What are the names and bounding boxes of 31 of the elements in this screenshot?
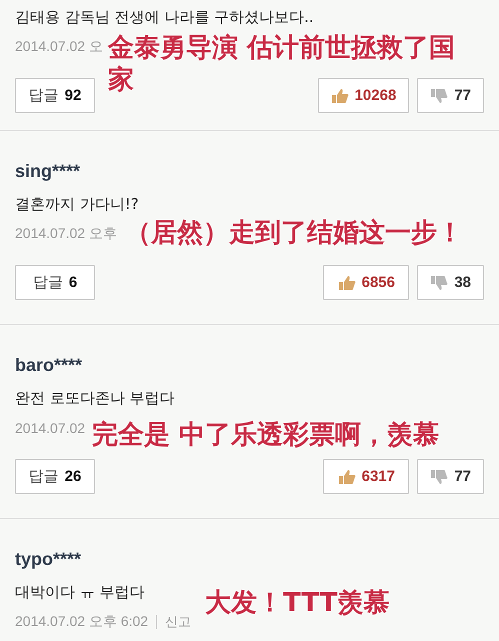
comment-date: 2014.07.02 오후 6:02 — [15, 613, 148, 631]
caption-overlay: 家 — [108, 64, 134, 96]
thumbs-up-icon — [338, 468, 356, 484]
caption-overlay: 完全是 中了乐透彩票啊，羡慕 — [92, 419, 440, 451]
dislike-button[interactable]: 77 — [417, 78, 484, 113]
comment-text: 대박이다 ㅠ 부럽다 — [15, 582, 145, 603]
like-button[interactable]: 10268 — [318, 78, 410, 113]
comment-date: 2014.07.02 — [15, 420, 86, 436]
thumbs-down-icon — [430, 468, 448, 484]
comment-date: 2014.07.02 오후 — [15, 225, 117, 243]
like-button[interactable]: 6856 — [323, 265, 410, 300]
username[interactable]: sing**** — [15, 159, 80, 183]
comment-text: 김태용 감독님 전생에 나라를 구하셨나보다.. — [15, 7, 314, 28]
caption-overlay: 大发！TTT羡慕 — [205, 587, 390, 619]
caption-overlay: 金泰勇导演 估计前世拯救了国 — [108, 32, 456, 64]
thumbs-up-icon — [330, 88, 349, 104]
reply-button[interactable]: 답글 92 — [15, 78, 95, 113]
thumbs-down-icon — [430, 88, 448, 104]
username[interactable]: typo**** — [15, 547, 82, 571]
caption-overlay: （居然）走到了结婚这一步！ — [125, 217, 463, 249]
comment-text: 결혼까지 가다니!? — [15, 194, 139, 215]
username[interactable]: baro**** — [15, 353, 82, 377]
like-button[interactable]: 6317 — [323, 459, 410, 494]
reply-button[interactable]: 답글 26 — [15, 459, 95, 494]
dislike-button[interactable]: 77 — [417, 459, 484, 494]
reply-button[interactable]: 답글 6 — [15, 265, 95, 300]
comment-text: 완전 로또다존나 부럽다 — [15, 388, 175, 409]
thumbs-down-icon — [430, 274, 448, 290]
comment-date: 2014.07.02 오 — [15, 38, 103, 56]
dislike-button[interactable]: 38 — [417, 265, 484, 300]
thumbs-up-icon — [338, 274, 356, 290]
